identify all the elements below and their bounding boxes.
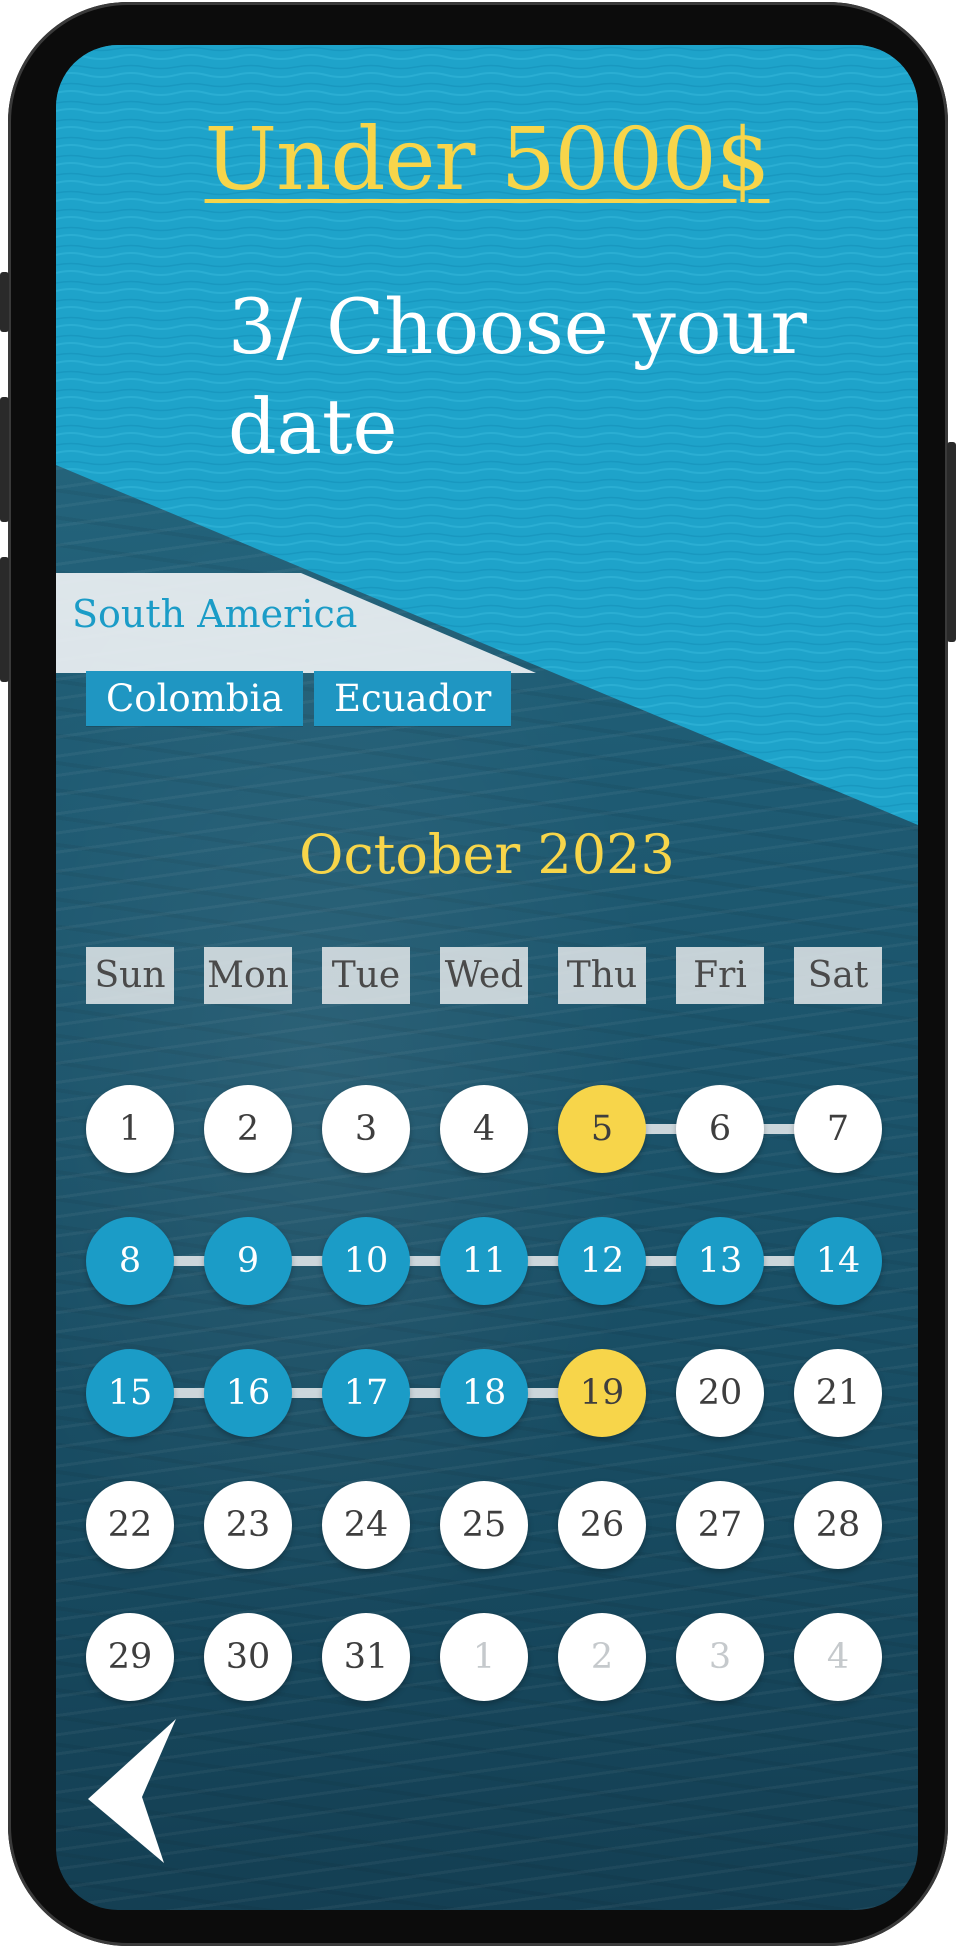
day-cell[interactable]: 13	[676, 1217, 764, 1305]
weekday-header: Thu	[558, 947, 646, 1004]
side-button	[0, 397, 9, 522]
weekday-header: Fri	[676, 947, 764, 1004]
day-cell[interactable]: 24	[322, 1481, 410, 1569]
weekday-header: Sun	[86, 947, 174, 1004]
month-label: October 2023	[299, 823, 675, 886]
day-cell[interactable]: 21	[794, 1349, 882, 1437]
day-cell[interactable]: 29	[86, 1613, 174, 1701]
day-cell[interactable]: 26	[558, 1481, 646, 1569]
day-cell[interactable]: 18	[440, 1349, 528, 1437]
back-button[interactable]	[84, 1713, 184, 1863]
day-cell[interactable]: 7	[794, 1085, 882, 1173]
day-cell[interactable]: 1	[86, 1085, 174, 1173]
day-cell[interactable]: 2	[204, 1085, 292, 1173]
side-button	[947, 442, 956, 642]
day-cell[interactable]: 3	[322, 1085, 410, 1173]
day-cell[interactable]: 19	[558, 1349, 646, 1437]
day-cell[interactable]: 10	[322, 1217, 410, 1305]
day-cell-other-month[interactable]: 4	[794, 1613, 882, 1701]
day-cell-other-month[interactable]: 1	[440, 1613, 528, 1701]
app-screen: Under 5000$ 3/ Choose your date South Am…	[56, 45, 918, 1910]
weekday-header: Sat	[794, 947, 882, 1004]
side-button	[0, 272, 9, 332]
day-cell[interactable]: 6	[676, 1085, 764, 1173]
day-cell[interactable]: 11	[440, 1217, 528, 1305]
chevron-left-icon	[88, 1719, 176, 1863]
day-cell[interactable]: 14	[794, 1217, 882, 1305]
side-button	[0, 557, 9, 682]
country-chip-ecuador[interactable]: Ecuador	[314, 671, 512, 726]
day-cell[interactable]: 30	[204, 1613, 292, 1701]
day-cell[interactable]: 16	[204, 1349, 292, 1437]
day-cell[interactable]: 23	[204, 1481, 292, 1569]
country-chip-colombia[interactable]: Colombia	[86, 671, 304, 726]
day-cell[interactable]: 20	[676, 1349, 764, 1437]
budget-title[interactable]: Under 5000$	[56, 110, 918, 210]
day-cell[interactable]: 15	[86, 1349, 174, 1437]
day-cell[interactable]: 8	[86, 1217, 174, 1305]
day-cell[interactable]: 25	[440, 1481, 528, 1569]
day-cell[interactable]: 12	[558, 1217, 646, 1305]
step-title: 3/ Choose your date	[228, 282, 807, 471]
weekday-header: Tue	[322, 947, 410, 1004]
day-cell[interactable]: 27	[676, 1481, 764, 1569]
day-cell[interactable]: 17	[322, 1349, 410, 1437]
weekday-header: Mon	[204, 947, 292, 1004]
day-cell-other-month[interactable]: 2	[558, 1613, 646, 1701]
weekday-header: Wed	[440, 947, 528, 1004]
day-cell[interactable]: 9	[204, 1217, 292, 1305]
day-cell[interactable]: 31	[322, 1613, 410, 1701]
day-cell[interactable]: 28	[794, 1481, 882, 1569]
region-label: South America	[72, 592, 358, 636]
day-cell-other-month[interactable]: 3	[676, 1613, 764, 1701]
day-cell[interactable]: 22	[86, 1481, 174, 1569]
day-cell[interactable]: 4	[440, 1085, 528, 1173]
phone-frame: Under 5000$ 3/ Choose your date South Am…	[0, 2, 956, 1946]
day-cell[interactable]: 5	[558, 1085, 646, 1173]
